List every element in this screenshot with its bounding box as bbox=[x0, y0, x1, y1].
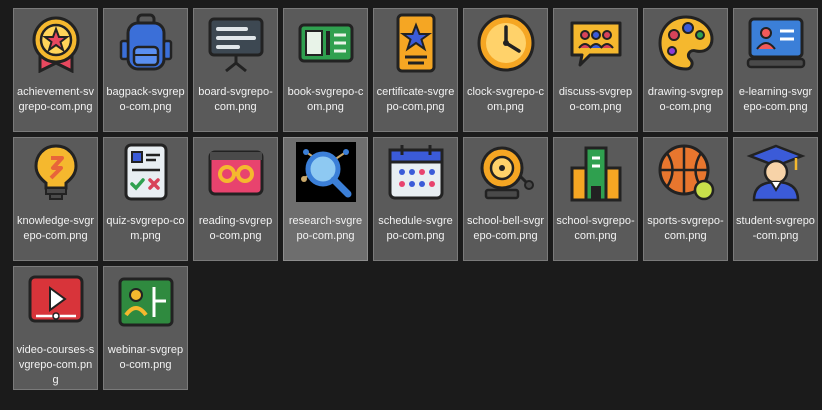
file-tile-student[interactable]: student-svgrepo-com.png bbox=[733, 137, 818, 261]
file-tile-reading[interactable]: reading-svgrepo-com.png bbox=[193, 137, 278, 261]
file-tile-research[interactable]: research-svgrepo-com.png bbox=[283, 137, 368, 261]
file-name: clock-svgrepo-com.png bbox=[466, 86, 545, 113]
file-name: quiz-svgrepo-com.png bbox=[106, 215, 185, 242]
file-name: board-svgrepo-com.png bbox=[198, 86, 273, 113]
file-tile-clock[interactable]: clock-svgrepo-com.png bbox=[463, 8, 548, 132]
video-play-icon bbox=[26, 271, 86, 331]
file-name: knowledge-svgrepo-com.png bbox=[16, 215, 95, 242]
file-tile-schedule[interactable]: schedule-svgrepo-com.png bbox=[373, 137, 458, 261]
file-tile-book[interactable]: book-svgrepo-com.png bbox=[283, 8, 368, 132]
discuss-icon bbox=[566, 13, 626, 73]
graduate-icon bbox=[746, 142, 806, 202]
file-name: research-svgrepo-com.png bbox=[288, 215, 363, 242]
file-name: sports-svgrepo-com.png bbox=[647, 215, 724, 242]
lightbulb-icon bbox=[26, 142, 86, 202]
file-name: book-svgrepo-com.png bbox=[287, 86, 364, 113]
file-tile-drawing[interactable]: drawing-svgrepo-com.png bbox=[643, 8, 728, 132]
magnifier-icon bbox=[296, 142, 356, 202]
calendar-icon bbox=[386, 142, 446, 202]
palette-icon bbox=[656, 13, 716, 73]
file-tile-knowledge[interactable]: knowledge-svgrepo-com.png bbox=[13, 137, 98, 261]
file-name: webinar-svgrepo-com.png bbox=[107, 344, 184, 371]
file-grid: achievement-svgrepo-com.png bagpack-svgr… bbox=[0, 0, 822, 410]
clock-icon bbox=[476, 13, 536, 73]
file-tile-video-courses[interactable]: video-courses-svgrepo-com.png bbox=[13, 266, 98, 390]
bell-icon bbox=[476, 142, 536, 202]
quiz-icon bbox=[116, 142, 176, 202]
backpack-icon bbox=[116, 13, 176, 73]
file-tile-achievement[interactable]: achievement-svgrepo-com.png bbox=[13, 8, 98, 132]
file-tile-webinar[interactable]: webinar-svgrepo-com.png bbox=[103, 266, 188, 390]
school-building-icon bbox=[566, 142, 626, 202]
webinar-icon bbox=[116, 271, 176, 331]
file-name: video-courses-svgrepo-com.png bbox=[16, 344, 95, 386]
file-tile-discuss[interactable]: discuss-svgrepo-com.png bbox=[553, 8, 638, 132]
file-name: schedule-svgrepo-com.png bbox=[378, 215, 453, 242]
file-name: discuss-svgrepo-com.png bbox=[558, 86, 633, 113]
file-name: drawing-svgrepo-com.png bbox=[647, 86, 724, 113]
file-tile-board[interactable]: board-svgrepo-com.png bbox=[193, 8, 278, 132]
book-icon bbox=[296, 13, 356, 73]
file-name: reading-svgrepo-com.png bbox=[198, 215, 273, 242]
board-icon bbox=[206, 13, 266, 73]
file-name: achievement-svgrepo-com.png bbox=[16, 86, 95, 113]
file-tile-certificate[interactable]: certificate-svgrepo-com.png bbox=[373, 8, 458, 132]
file-tile-e-learning[interactable]: e-learning-svgrepo-com.png bbox=[733, 8, 818, 132]
reading-glasses-icon bbox=[206, 142, 266, 202]
file-tile-school[interactable]: school-svgrepo-com.png bbox=[553, 137, 638, 261]
file-tile-school-bell[interactable]: school-bell-svgrepo-com.png bbox=[463, 137, 548, 261]
sports-balls-icon bbox=[656, 142, 716, 202]
certificate-icon bbox=[386, 13, 446, 73]
achievement-icon bbox=[26, 13, 86, 73]
file-name: bagpack-svgrepo-com.png bbox=[106, 86, 185, 113]
file-tile-sports[interactable]: sports-svgrepo-com.png bbox=[643, 137, 728, 261]
file-name: school-svgrepo-com.png bbox=[556, 215, 635, 242]
file-name: student-svgrepo-com.png bbox=[736, 215, 815, 242]
e-learning-icon bbox=[746, 13, 806, 73]
file-name: certificate-svgrepo-com.png bbox=[376, 86, 455, 113]
file-name: e-learning-svgrepo-com.png bbox=[738, 86, 813, 113]
file-tile-quiz[interactable]: quiz-svgrepo-com.png bbox=[103, 137, 188, 261]
file-tile-bagpack[interactable]: bagpack-svgrepo-com.png bbox=[103, 8, 188, 132]
file-name: school-bell-svgrepo-com.png bbox=[466, 215, 545, 242]
